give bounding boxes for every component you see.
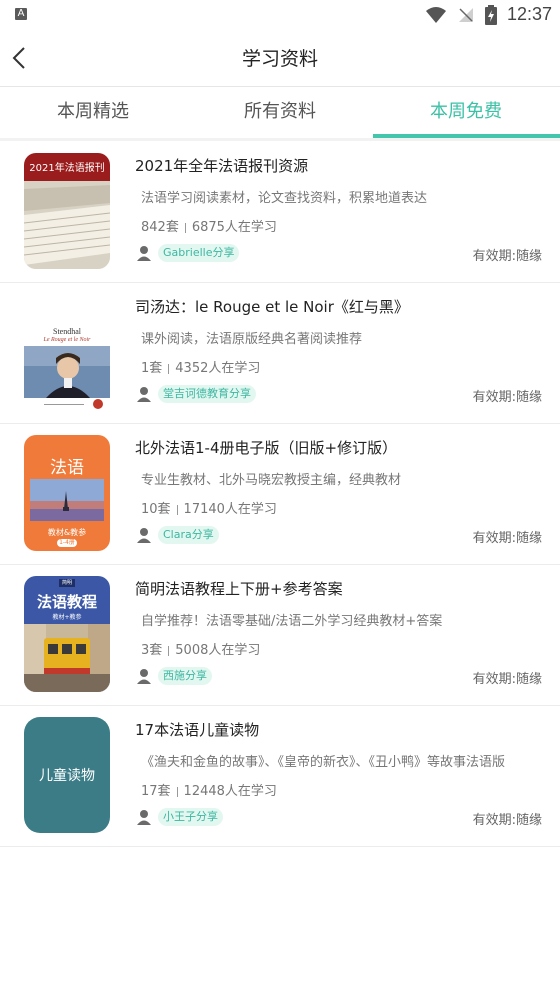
user-icon — [137, 387, 151, 402]
list-item[interactable]: 简明 法语教程 教材+教参 简明法语教程上下册+参考答案 自学推荐！法语零基础/… — [0, 564, 560, 706]
no-signal-icon — [458, 7, 473, 22]
item-stats: 3套 5008人在学习 — [141, 639, 260, 658]
item-count: 842套 — [141, 220, 179, 235]
clock: 12:37 — [506, 4, 552, 24]
cover-jianming-french: 简明 法语教程 教材+教参 — [24, 576, 110, 692]
tab-weekly-free[interactable]: 本周免费 — [373, 87, 559, 135]
item-stats: 10套 17140人在学习 — [141, 498, 277, 517]
item-title: 北外法语1-4册电子版（旧版+修订版） — [135, 439, 398, 457]
tab-bar: 本周精选 所有资料 本周免费 — [0, 86, 560, 137]
user-icon — [137, 246, 151, 261]
list-item[interactable]: 儿童读物 17本法语儿童读物 《渔夫和金鱼的故事》、《皇帝的新衣》、《丑小鸭》等… — [0, 705, 560, 847]
cover-beiwai-french: 法语 教材&教参 1-4册 — [24, 435, 110, 551]
item-title: 2021年全年法语报刊资源 — [135, 157, 309, 175]
cover-sub: 教材&教参 — [47, 528, 87, 537]
validity-text: 有效期:随缘 — [472, 249, 542, 264]
item-learners: 12448人在学习 — [183, 784, 277, 799]
share-tag: 小王子分享 — [158, 808, 223, 826]
list-item[interactable]: Stendhal Le Rouge et le Noir 司汤达：le Roug… — [0, 282, 560, 424]
share-tag: 西施分享 — [158, 667, 212, 685]
user-icon — [137, 810, 151, 825]
cover-rouge-et-noir: Stendhal Le Rouge et le Noir — [24, 294, 110, 410]
item-stats: 17套 12448人在学习 — [141, 780, 277, 799]
cover-label: 法语教程 — [36, 593, 97, 611]
item-description: 专业生教材、北外马晓宏教授主编，经典教材 — [141, 473, 402, 488]
share-tag: Gabrielle分享 — [158, 244, 240, 262]
validity-text: 有效期:随缘 — [472, 531, 542, 546]
item-learners: 5008人在学习 — [175, 643, 261, 658]
list-item[interactable]: 2021年法语报刊 2021年全年法语报刊资源 法语学习阅读素材，论文查找资料，… — [0, 141, 560, 283]
cover-top: 简明 — [59, 579, 75, 587]
share-tag: Clara分享 — [158, 526, 219, 544]
cover-newspaper: 2021年法语报刊 — [24, 153, 110, 269]
notification-a-icon: A — [15, 8, 27, 20]
item-count: 1套 — [141, 361, 163, 376]
item-learners: 6875人在学习 — [191, 220, 277, 235]
share-tag: 堂吉诃德教育分享 — [158, 385, 256, 403]
cover-sub: 教材+教参 — [52, 614, 82, 621]
cover-author: Stendhal — [53, 327, 81, 336]
user-icon — [137, 669, 151, 684]
item-description: 《渔夫和金鱼的故事》、《皇帝的新衣》、《丑小鸭》等故事法语版 — [141, 755, 506, 770]
item-description: 课外阅读，法语原版经典名著阅读推荐 — [141, 332, 363, 347]
validity-text: 有效期:随缘 — [472, 672, 542, 687]
item-count: 10套 — [141, 502, 171, 517]
tab-all-materials[interactable]: 所有资料 — [187, 87, 373, 135]
list-item[interactable]: 法语 教材&教参 1-4册 北外法语1-4册电子版（旧版+修订版） 专业生教材、… — [0, 423, 560, 565]
wifi-icon — [425, 6, 446, 23]
validity-text: 有效期:随缘 — [472, 390, 542, 405]
page-title: 学习资料 — [241, 48, 318, 70]
item-count: 3套 — [141, 643, 163, 658]
item-learners: 17140人在学习 — [183, 502, 277, 517]
app-header: 学习资料 — [0, 30, 560, 86]
battery-icon — [484, 4, 497, 25]
status-bar: A 12:37 — [0, 0, 560, 30]
cover-badge: 1-4册 — [57, 539, 77, 547]
item-description: 自学推荐！法语零基础/法语二外学习经典教材+答案 — [141, 614, 443, 629]
item-title: 简明法语教程上下册+参考答案 — [135, 580, 343, 598]
cover-children-books: 儿童读物 — [24, 717, 110, 833]
cover-label: 儿童读物 — [39, 768, 95, 784]
cover-subtitle: Le Rouge et le Noir — [43, 337, 91, 343]
item-title: 司汤达：le Rouge et le Noir《红与黑》 — [135, 298, 409, 316]
validity-text: 有效期:随缘 — [472, 813, 542, 828]
item-stats: 1套 4352人在学习 — [141, 357, 260, 376]
cover-label: 2021年法语报刊 — [29, 163, 105, 174]
tab-weekly-picks[interactable]: 本周精选 — [0, 87, 186, 135]
item-description: 法语学习阅读素材，论文查找资料，积累地道表达 — [141, 191, 428, 206]
item-count: 17套 — [141, 784, 171, 799]
item-stats: 842套 6875人在学习 — [141, 216, 277, 235]
status-icons: 12:37 — [425, 4, 552, 25]
cover-label: 法语 — [50, 458, 84, 478]
user-icon — [137, 528, 151, 543]
item-learners: 4352人在学习 — [175, 361, 261, 376]
item-title: 17本法语儿童读物 — [135, 721, 260, 739]
